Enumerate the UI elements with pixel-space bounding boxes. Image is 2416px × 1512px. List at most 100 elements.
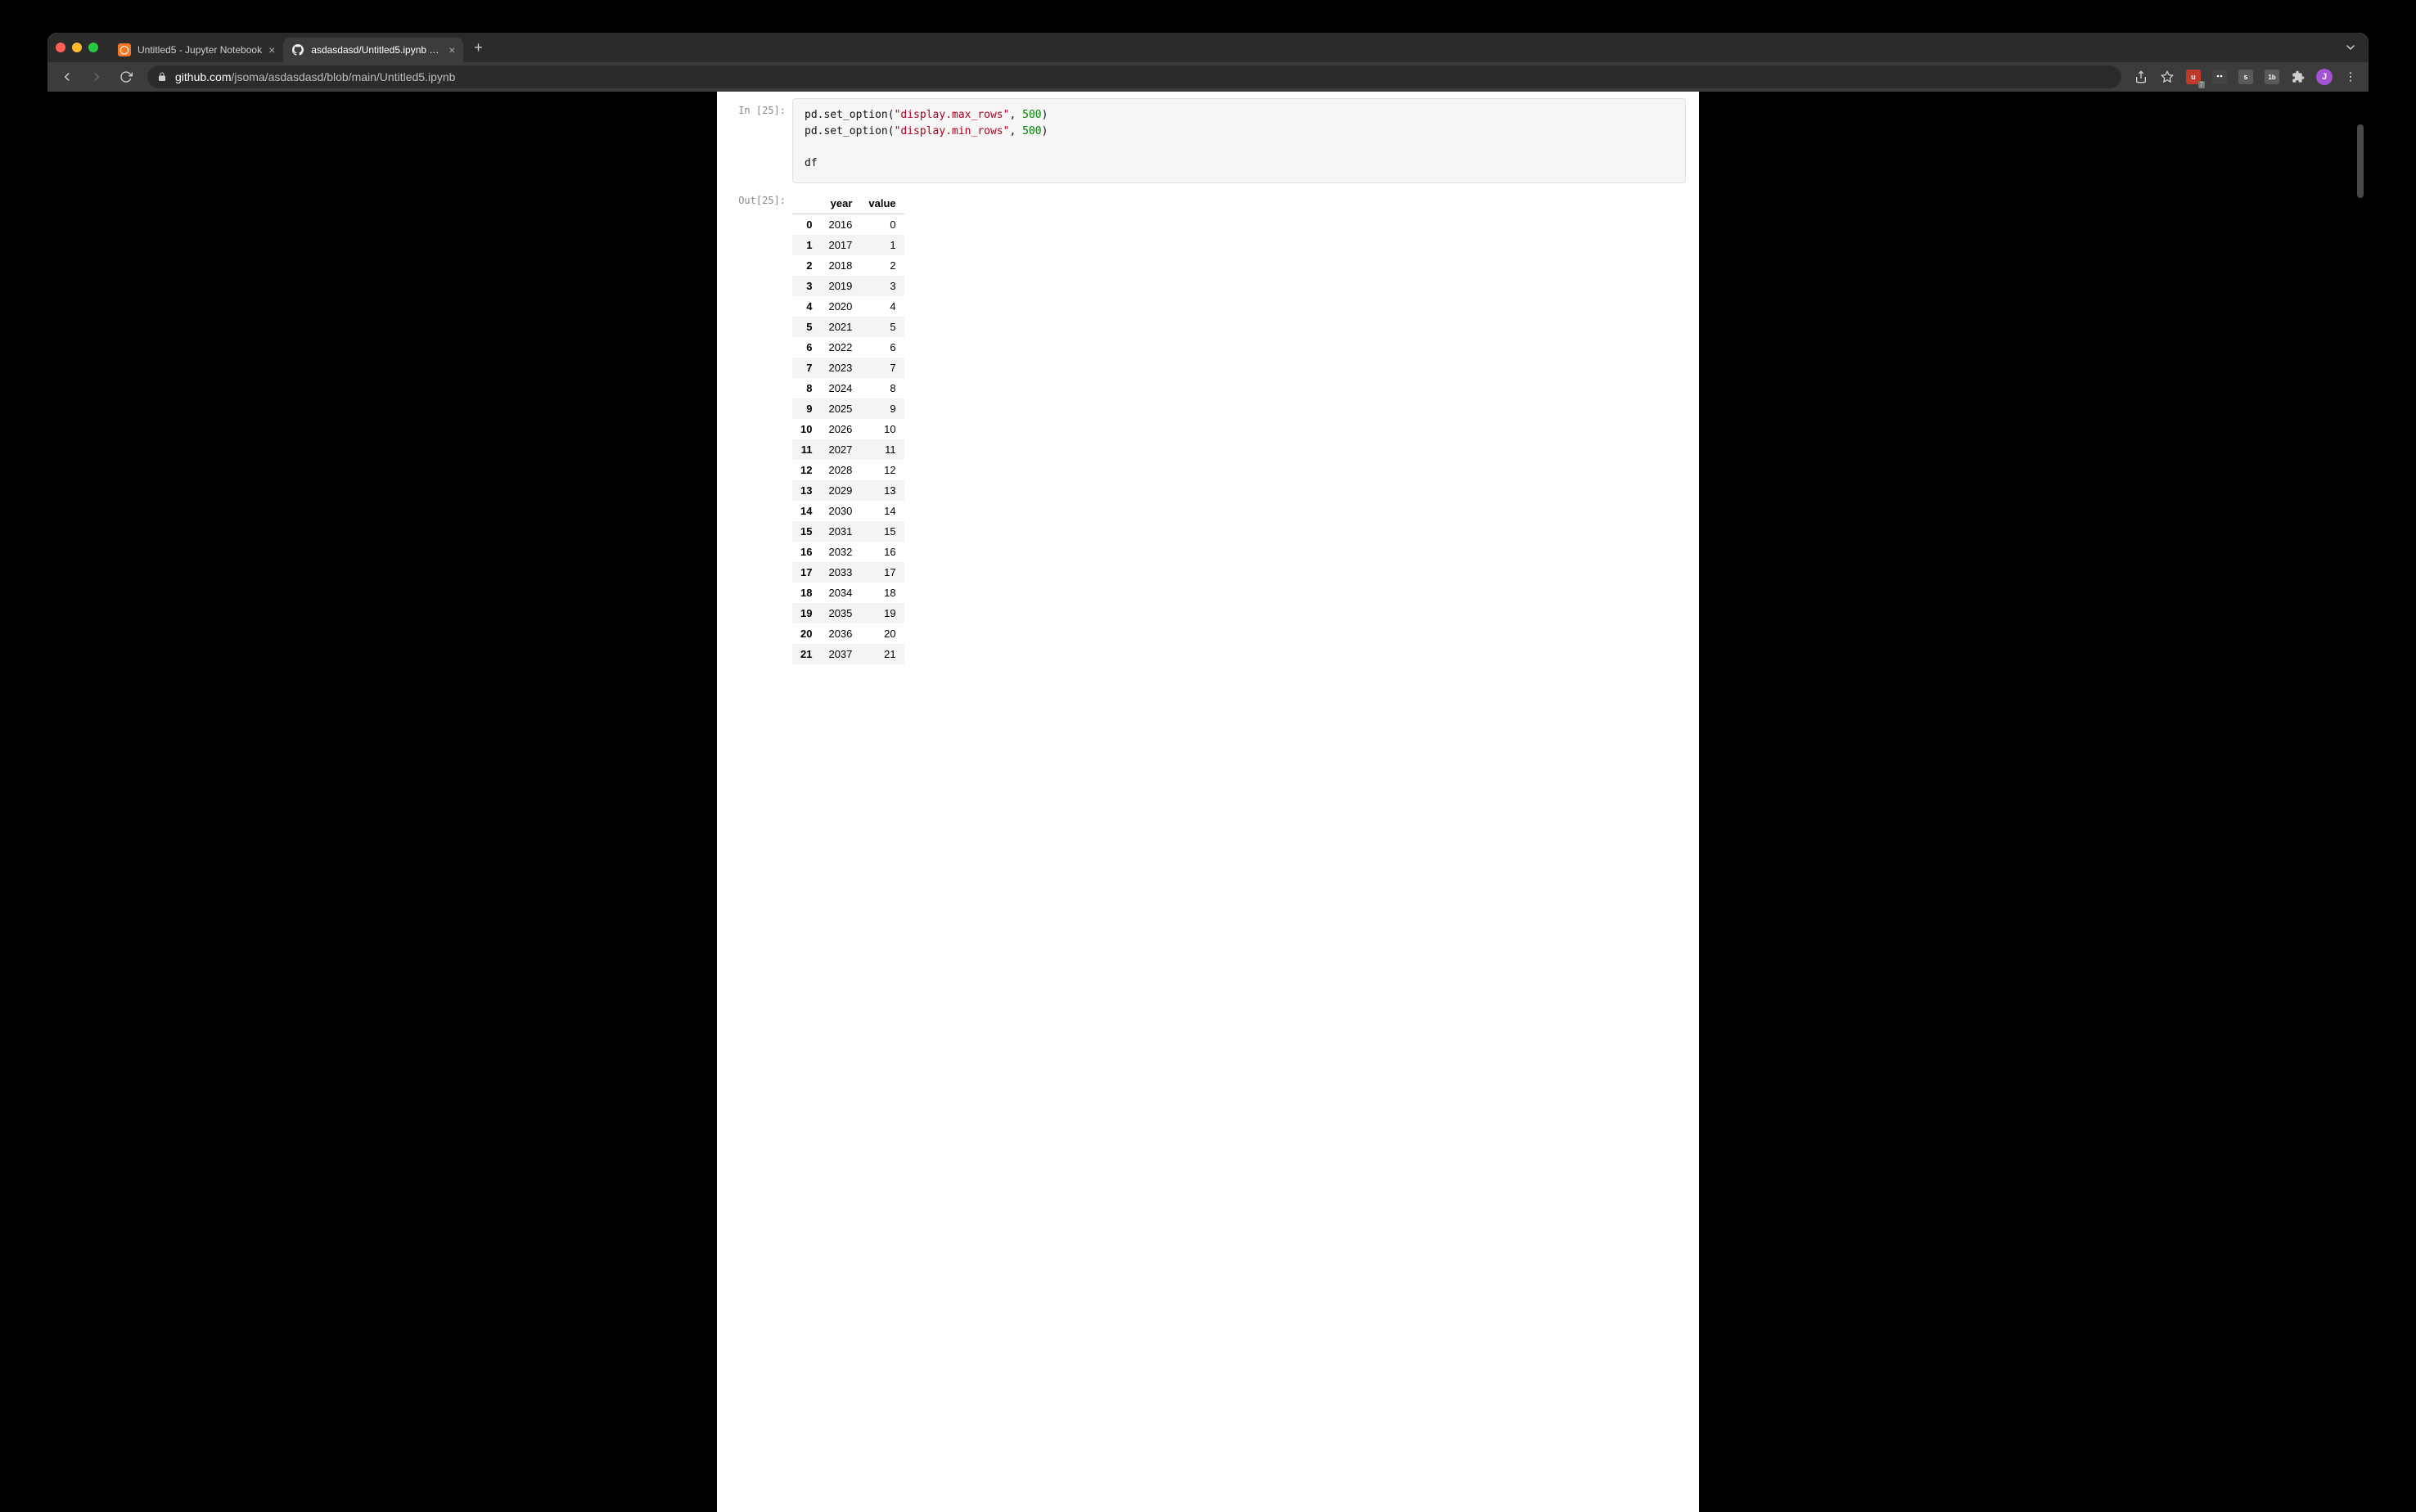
cell-year: 2022 [820, 337, 860, 358]
code-cell: pd.set_option("display.max_rows", 500) p… [792, 98, 1686, 183]
back-button[interactable] [54, 65, 80, 88]
forward-button[interactable] [83, 65, 110, 88]
cell-value: 16 [860, 542, 904, 562]
extension-1b-icon: 1b [2265, 70, 2279, 84]
cell-value: 6 [860, 337, 904, 358]
cell-year: 2019 [820, 276, 860, 296]
cell-year: 2023 [820, 358, 860, 378]
cell-value: 13 [860, 480, 904, 501]
jupyter-icon: ◯ [118, 43, 131, 56]
row-index: 15 [792, 521, 820, 542]
window-close-button[interactable] [56, 43, 65, 52]
cell-year: 2020 [820, 296, 860, 317]
tab-github[interactable]: asdasdasd/Untitled5.ipynb at m × [283, 38, 463, 62]
col-value: value [860, 193, 904, 214]
cell-year: 2036 [820, 623, 860, 644]
cell-value: 3 [860, 276, 904, 296]
tab-close-button[interactable]: × [268, 44, 275, 56]
row-index: 11 [792, 439, 820, 460]
table-row: 020160 [792, 214, 904, 236]
window-minimize-button[interactable] [72, 43, 82, 52]
table-row: 18203418 [792, 583, 904, 603]
cell-year: 2025 [820, 398, 860, 419]
address-bar[interactable]: github.com/jsoma/asdasdasd/blob/main/Unt… [147, 65, 2121, 88]
table-row: 420204 [792, 296, 904, 317]
cell-year: 2021 [820, 317, 860, 337]
tab-close-button[interactable]: × [448, 44, 455, 56]
table-row: 19203519 [792, 603, 904, 623]
output-prompt: Out[25]: [730, 188, 792, 206]
table-row: 17203317 [792, 562, 904, 583]
cell-value: 10 [860, 419, 904, 439]
cell-year: 2037 [820, 644, 860, 664]
extension-1b[interactable]: 1b [2260, 65, 2283, 88]
col-year: year [820, 193, 860, 214]
dataframe-table: year value 02016012017122018232019342020… [792, 193, 904, 664]
table-row: 11202711 [792, 439, 904, 460]
row-index: 20 [792, 623, 820, 644]
extension-s[interactable]: s [2234, 65, 2257, 88]
cell-value: 1 [860, 235, 904, 255]
table-row: 10202610 [792, 419, 904, 439]
cell-value: 17 [860, 562, 904, 583]
url-path: /jsoma/asdasdasd/blob/main/Untitled5.ipy… [231, 70, 455, 83]
cell-value: 14 [860, 501, 904, 521]
profile-button[interactable]: J [2313, 65, 2336, 88]
row-index: 0 [792, 214, 820, 236]
cell-value: 12 [860, 460, 904, 480]
avatar: J [2316, 69, 2333, 85]
scrollbar-thumb[interactable] [2357, 124, 2364, 198]
table-row: 12202812 [792, 460, 904, 480]
extension-tampermonkey[interactable] [2208, 65, 2231, 88]
browser-tabstrip: ◯ Untitled5 - Jupyter Notebook × asdasda… [47, 33, 2369, 62]
table-row: 920259 [792, 398, 904, 419]
table-row: 20203620 [792, 623, 904, 644]
table-row: 21203721 [792, 644, 904, 664]
row-index: 9 [792, 398, 820, 419]
row-index: 18 [792, 583, 820, 603]
extensions-button[interactable] [2287, 65, 2310, 88]
notebook-output-row: Out[25]: year value 02016012017122018232… [730, 188, 1686, 664]
cell-value: 18 [860, 583, 904, 603]
cell-value: 20 [860, 623, 904, 644]
tampermonkey-icon [2212, 70, 2227, 84]
row-index: 3 [792, 276, 820, 296]
table-row: 520215 [792, 317, 904, 337]
window-zoom-button[interactable] [88, 43, 98, 52]
github-page: In [25]: pd.set_option("display.max_rows… [717, 92, 1699, 1512]
table-row: 14203014 [792, 501, 904, 521]
cell-year: 2032 [820, 542, 860, 562]
cell-year: 2024 [820, 378, 860, 398]
tab-jupyter[interactable]: ◯ Untitled5 - Jupyter Notebook × [110, 38, 283, 62]
chrome-menu-button[interactable] [2339, 65, 2362, 88]
cell-value: 7 [860, 358, 904, 378]
row-index: 16 [792, 542, 820, 562]
new-tab-button[interactable]: + [467, 36, 489, 59]
viewport-scrollbar[interactable] [2357, 92, 2365, 1512]
table-row: 16203216 [792, 542, 904, 562]
tab-label: asdasdasd/Untitled5.ipynb at m [311, 44, 442, 56]
browser-toolbar: github.com/jsoma/asdasdasd/blob/main/Unt… [47, 62, 2369, 92]
row-index: 14 [792, 501, 820, 521]
cell-year: 2029 [820, 480, 860, 501]
extension-s-icon: s [2238, 70, 2253, 84]
github-icon [291, 43, 304, 56]
cell-value: 19 [860, 603, 904, 623]
cell-value: 2 [860, 255, 904, 276]
tab-label: Untitled5 - Jupyter Notebook [137, 44, 262, 56]
input-prompt: In [25]: [730, 98, 792, 116]
row-index: 10 [792, 419, 820, 439]
cell-value: 0 [860, 214, 904, 236]
bookmark-button[interactable] [2156, 65, 2179, 88]
cell-year: 2016 [820, 214, 860, 236]
reload-button[interactable] [113, 65, 139, 88]
share-button[interactable] [2130, 65, 2152, 88]
cell-year: 2030 [820, 501, 860, 521]
cell-value: 5 [860, 317, 904, 337]
cell-year: 2018 [820, 255, 860, 276]
cell-value: 21 [860, 644, 904, 664]
extension-ublock[interactable]: u 7 [2182, 65, 2205, 88]
tabs-dropdown-button[interactable] [2341, 39, 2360, 56]
cell-year: 2017 [820, 235, 860, 255]
row-index: 6 [792, 337, 820, 358]
